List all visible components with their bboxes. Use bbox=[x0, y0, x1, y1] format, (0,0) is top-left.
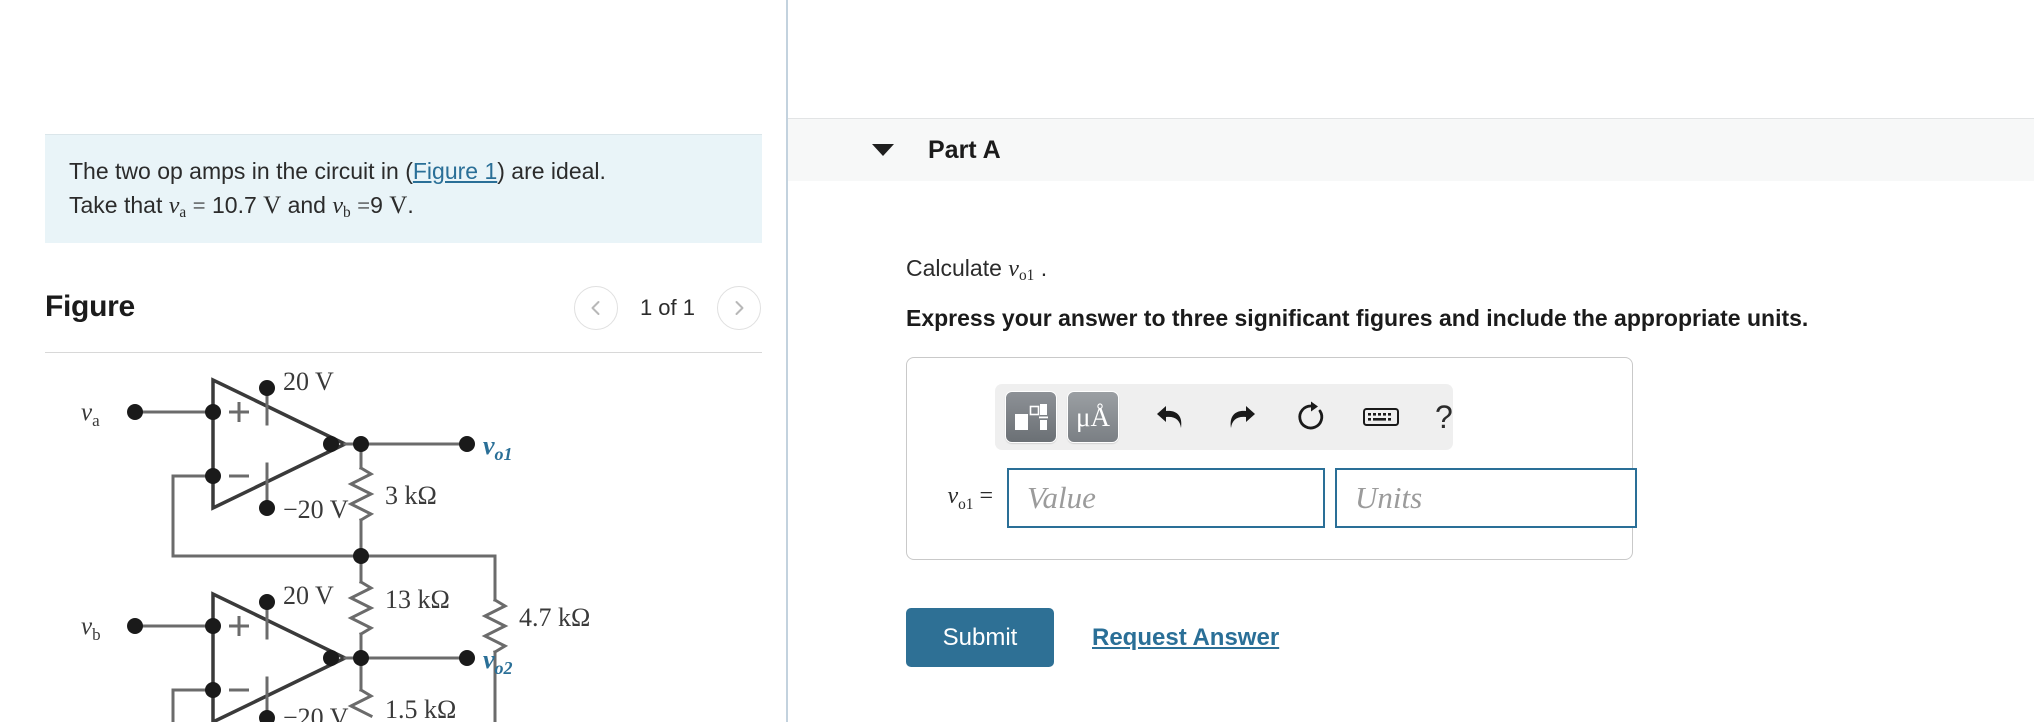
prompt-suffix: . bbox=[1040, 255, 1048, 281]
exercise-page: The two op amps in the circuit in (Figur… bbox=[0, 0, 2034, 722]
question-prompt: Calculate vo1 . bbox=[906, 255, 1047, 285]
caret-down-icon[interactable] bbox=[872, 144, 894, 156]
variable-vb: vb bbox=[332, 193, 351, 222]
reset-circular-arrow-icon[interactable] bbox=[1291, 397, 1331, 437]
unit-va: V bbox=[263, 192, 282, 220]
label-vo1: vo1 bbox=[483, 431, 513, 464]
answer-units-input[interactable] bbox=[1335, 468, 1637, 528]
part-a-title: Part A bbox=[928, 135, 1001, 164]
answer-actions: Submit Request Answer bbox=[906, 608, 1279, 667]
answer-variable-label: vo1 = bbox=[947, 482, 993, 513]
prompt-variable: vo1 bbox=[1008, 256, 1035, 284]
label-resistor-47k: 4.7 kΩ bbox=[519, 603, 590, 632]
chevron-right-icon bbox=[729, 298, 749, 318]
label-resistor-13k: 13 kΩ bbox=[385, 585, 450, 614]
label-supply-pos-bottom: 20 V bbox=[283, 581, 334, 610]
figure-prev-button[interactable] bbox=[573, 286, 618, 330]
circuit-diagram-svg: va vb 20 V −20 V 20 V −20 V 3 kΩ 13 kΩ 1… bbox=[81, 367, 590, 722]
answer-entry-row: vo1 = bbox=[927, 468, 1637, 528]
circuit-figure[interactable]: va vb 20 V −20 V 20 V −20 V 3 kΩ 13 kΩ 1… bbox=[45, 360, 762, 722]
label-supply-neg-bottom: −20 V bbox=[283, 703, 349, 722]
answer-panel: Part A Calculate vo1 . Express your answ… bbox=[788, 0, 2034, 722]
problem-statement-text: The two op amps in the circuit in (Figur… bbox=[69, 155, 738, 225]
undo-arrow-icon[interactable] bbox=[1151, 397, 1191, 437]
label-va: va bbox=[81, 399, 100, 430]
unit-vb: V bbox=[389, 192, 408, 220]
problem-panel: The two op amps in the circuit in (Figur… bbox=[0, 0, 786, 722]
conjunction: and bbox=[287, 192, 326, 219]
equals-sign-b: = bbox=[357, 193, 371, 219]
redo-arrow-icon[interactable] bbox=[1221, 397, 1261, 437]
answer-toolbar: μÅ ? bbox=[995, 384, 1453, 450]
units-label: μÅ bbox=[1076, 401, 1110, 432]
variable-va: va bbox=[168, 193, 187, 222]
figure-navigation: 1 of 1 bbox=[573, 286, 761, 330]
part-a-header[interactable]: Part A bbox=[788, 118, 2034, 181]
answer-instruction: Express your answer to three significant… bbox=[906, 305, 1809, 331]
equals-sign-a: = bbox=[192, 193, 206, 219]
label-supply-neg-top: −20 V bbox=[283, 495, 349, 524]
answer-input-card: μÅ ? vo1 = Value Units bbox=[906, 357, 1637, 560]
problem-sentence-prefix: Take that bbox=[69, 192, 163, 219]
problem-sentence-part-1: The two op amps in the circuit in ( bbox=[69, 158, 413, 184]
label-vb: vb bbox=[81, 613, 101, 644]
period: . bbox=[407, 192, 414, 219]
figure-count-label: 1 of 1 bbox=[639, 295, 695, 320]
math-template-icon[interactable] bbox=[1005, 391, 1057, 443]
micro-angstrom-units-icon[interactable]: μÅ bbox=[1067, 391, 1119, 443]
keyboard-icon[interactable] bbox=[1361, 397, 1401, 437]
figure-1-link[interactable]: Figure 1 bbox=[413, 158, 497, 184]
value-vb: 9 bbox=[370, 192, 383, 219]
submit-button[interactable]: Submit bbox=[906, 608, 1054, 667]
chevron-left-icon bbox=[586, 298, 606, 318]
figure-header: Figure 1 of 1 bbox=[45, 286, 762, 352]
label-resistor-3k: 3 kΩ bbox=[385, 481, 437, 510]
value-va: 10.7 bbox=[211, 192, 257, 219]
figure-divider bbox=[45, 352, 762, 353]
question-mark-icon[interactable]: ? bbox=[1435, 401, 1453, 433]
figure-next-button[interactable] bbox=[717, 286, 761, 330]
request-answer-link[interactable]: Request Answer bbox=[1092, 624, 1279, 652]
figure-title: Figure bbox=[45, 290, 135, 323]
problem-statement-box: The two op amps in the circuit in (Figur… bbox=[45, 134, 762, 243]
label-resistor-15k: 1.5 kΩ bbox=[385, 695, 456, 722]
prompt-prefix: Calculate bbox=[906, 255, 1002, 281]
problem-sentence-part-2: ) are ideal. bbox=[497, 158, 606, 184]
label-supply-pos-top: 20 V bbox=[283, 367, 334, 396]
answer-value-input[interactable] bbox=[1007, 468, 1325, 528]
